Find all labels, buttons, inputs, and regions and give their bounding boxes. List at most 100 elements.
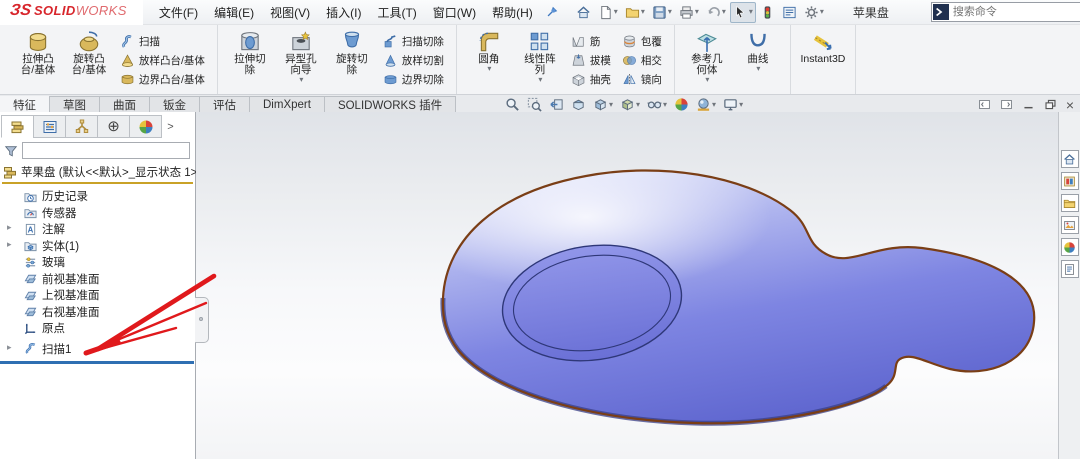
menu-文件(F)[interactable]: 文件(F) [151,0,206,25]
ribbon-button-拉伸切除[interactable]: 拉伸切除 [227,27,273,76]
chevron-down-icon[interactable]: ▾ [695,8,699,16]
pin-icon[interactable] [545,5,559,19]
print-button[interactable]: ▾ [676,2,702,23]
tree-item-原点[interactable]: 原点 [0,320,195,337]
menu-视图(V)[interactable]: 视图(V) [262,0,318,25]
chevron-down-icon[interactable]: ▾ [636,101,640,109]
file-explorer-button[interactable] [1061,194,1079,212]
ribbon-button-异型孔向导[interactable]: 异型孔向导▾ [278,27,324,84]
tree-item-传感器[interactable]: 传感器 [0,205,195,222]
ribbon-button-边界切除[interactable]: 边界切除 [380,70,447,88]
zoom-to-area-button[interactable] [527,97,542,112]
chevron-down-icon[interactable]: ▾ [614,8,618,16]
chevron-down-icon[interactable]: ▾ [705,76,709,84]
zoom-to-fit-button[interactable] [505,97,520,112]
expand-arrow-icon[interactable]: ▸ [7,342,12,353]
menu-编辑(E)[interactable]: 编辑(E) [206,0,262,25]
model-apple-plate[interactable] [196,112,1058,459]
tree-root-item[interactable]: 苹果盘 (默认<<默认>_显示状态 1>) [0,161,195,182]
new-document-button[interactable]: ▾ [595,2,621,23]
appearances-scenes-button[interactable] [1061,238,1079,256]
task-home-button[interactable] [1061,150,1079,168]
display-style-button[interactable]: ▾ [620,97,640,112]
chevron-down-icon[interactable]: ▾ [641,8,645,16]
save-button[interactable]: ▾ [649,2,675,23]
chevron-down-icon[interactable]: ▾ [609,101,613,109]
chevron-down-icon[interactable]: ▾ [538,76,542,84]
section-view-button[interactable] [571,97,586,112]
tree-item-注解[interactable]: ▸A注解 [0,221,195,238]
panel-splitter-handle[interactable] [195,297,209,343]
ribbon-button-圆角[interactable]: 圆角▾ [466,27,512,73]
chevron-down-icon[interactable]: ▾ [663,101,667,109]
graphics-viewport[interactable] [196,112,1058,459]
ribbon-button-相交[interactable]: 相交 [619,51,665,69]
display-pane-button[interactable] [779,2,800,23]
chevron-down-icon[interactable]: ▾ [487,65,491,73]
design-library-button[interactable] [1061,172,1079,190]
pane-next-button[interactable] [1000,98,1013,111]
menu-帮助(H)[interactable]: 帮助(H) [484,0,541,25]
chevron-down-icon[interactable]: ▾ [756,65,760,73]
ribbon-button-镜向[interactable]: 镜向 [619,70,665,88]
ribbon-button-旋转凸台/基体[interactable]: 旋转凸台/基体 [66,27,112,76]
chevron-down-icon[interactable]: ▾ [668,8,672,16]
ribbon-button-筋[interactable]: 筋 [568,32,614,50]
feature-manager-tab[interactable] [1,115,34,138]
expand-arrow-icon[interactable]: ▸ [7,239,12,250]
rollback-bar[interactable] [0,361,194,364]
tree-item-上视基准面[interactable]: 上视基准面 [0,287,195,304]
search-input[interactable] [951,5,1080,19]
dimxpert-manager-tab[interactable]: ⊕ [97,115,130,138]
undo-button[interactable]: ▾ [703,2,729,23]
ribbon-button-扫描[interactable]: 扫描 [117,32,208,50]
edit-appearance-button[interactable] [674,97,689,112]
configuration-manager-tab[interactable] [65,115,98,138]
chevron-down-icon[interactable]: ▾ [749,8,753,16]
ribbon-button-放样凸台/基体[interactable]: 放样凸台/基体 [117,51,208,69]
options-button[interactable]: ▾ [801,2,827,23]
ribbon-button-拉伸凸台/基体[interactable]: 拉伸凸台/基体 [15,27,61,76]
view-settings-button[interactable]: ▾ [723,97,743,112]
doc-close-button[interactable]: × [1066,98,1074,112]
menu-工具(T)[interactable]: 工具(T) [369,0,424,25]
doc-restore-button[interactable] [1044,98,1057,111]
hide-show-items-button[interactable]: ▾ [647,97,667,112]
select-button[interactable]: ▾ [730,2,756,23]
ribbon-button-包覆[interactable]: 包覆 [619,32,665,50]
apply-scene-button[interactable]: ▾ [696,97,716,112]
open-button[interactable]: ▾ [622,2,648,23]
expand-arrow-icon[interactable]: ▸ [7,222,12,233]
property-manager-tab[interactable] [33,115,66,138]
chevron-down-icon[interactable]: ▾ [820,8,824,16]
display-manager-tab[interactable] [129,115,162,138]
ribbon-button-参考几何体[interactable]: 参考几何体▾ [684,27,730,84]
chevron-down-icon[interactable]: ▾ [739,101,743,109]
menu-窗口(W)[interactable]: 窗口(W) [425,0,484,25]
manager-tabs-overflow[interactable]: > [162,115,179,138]
ribbon-button-拔模[interactable]: 拔模 [568,51,614,69]
interference-check-button[interactable] [757,2,778,23]
previous-view-button[interactable] [549,97,564,112]
tree-item-实体(1)[interactable]: ▸实体(1) [0,238,195,255]
view-orientation-button[interactable]: ▾ [593,97,613,112]
chevron-down-icon[interactable]: ▾ [712,101,716,109]
tree-item-历史记录[interactable]: 历史记录 [0,188,195,205]
ribbon-button-放样切割[interactable]: 放样切割 [380,51,447,69]
ribbon-button-扫描切除[interactable]: 扫描切除 [380,32,447,50]
ribbon-button-Instant3D[interactable]: Instant3D [800,27,846,65]
ribbon-button-抽壳[interactable]: 抽壳 [568,70,614,88]
pane-previous-button[interactable] [978,98,991,111]
chevron-down-icon[interactable]: ▾ [722,8,726,16]
ribbon-button-线性阵列[interactable]: 线性阵列▾ [517,27,563,84]
tree-item-右视基准面[interactable]: 右视基准面 [0,304,195,321]
ribbon-button-边界凸台/基体[interactable]: 边界凸台/基体 [117,70,208,88]
view-palette-button[interactable] [1061,216,1079,234]
chevron-down-icon[interactable]: ▾ [299,76,303,84]
tree-item-扫描1[interactable]: ▸扫描1 [0,341,195,358]
ribbon-button-旋转切除[interactable]: 旋转切除 [329,27,375,76]
tree-item-前视基准面[interactable]: 前视基准面 [0,271,195,288]
doc-minimize-button[interactable] [1022,98,1035,111]
custom-properties-button[interactable] [1061,260,1079,278]
tree-item-玻璃[interactable]: 玻璃 [0,254,195,271]
